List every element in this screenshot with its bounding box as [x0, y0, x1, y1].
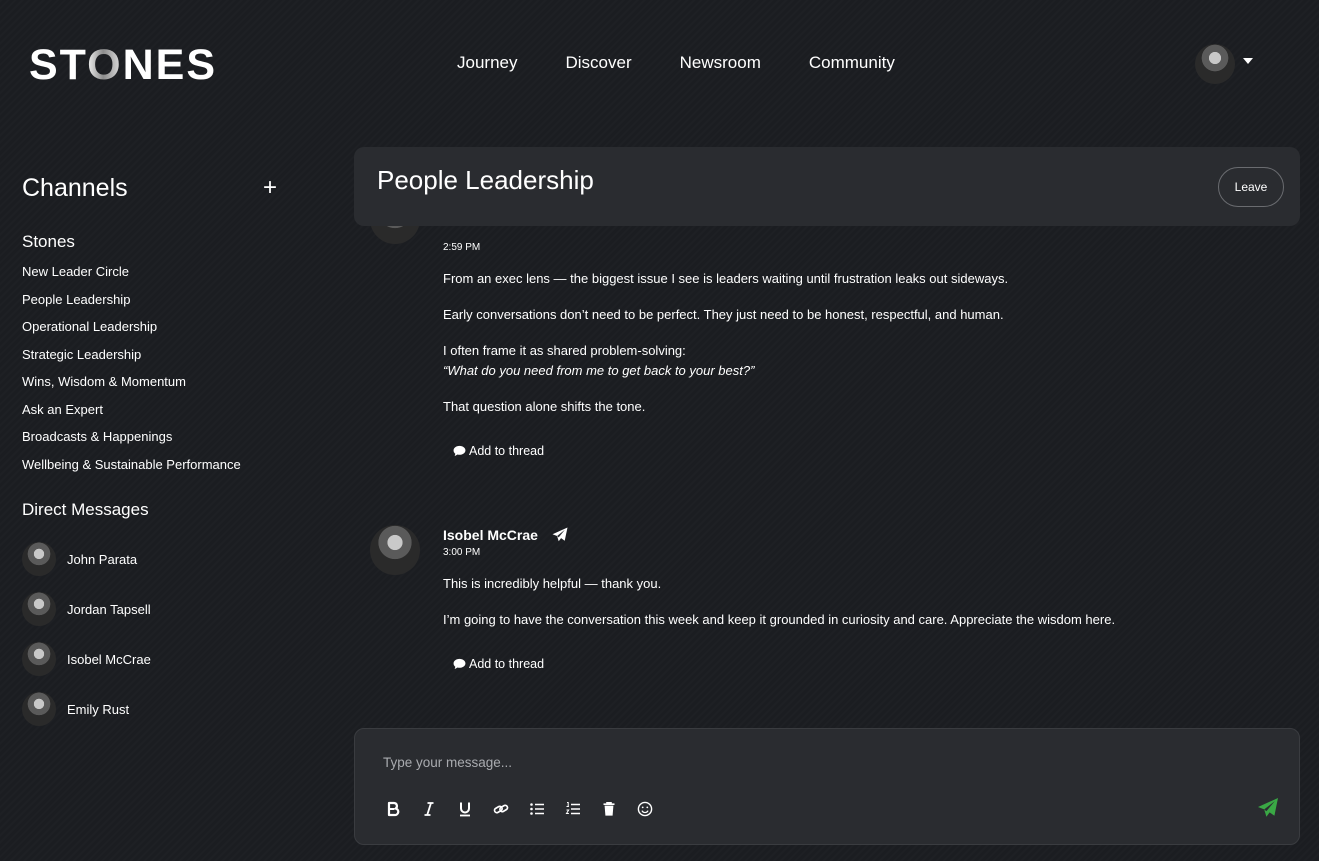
add-to-thread-button[interactable]: Add to thread [453, 444, 544, 458]
comment-icon [453, 658, 466, 670]
channel-header: People Leadership Leave [354, 147, 1300, 226]
channels-header: Channels + [22, 172, 292, 204]
italic-icon[interactable] [411, 799, 447, 819]
direct-messages-title: Direct Messages [22, 500, 149, 519]
channel-operational-leadership[interactable]: Operational Leadership [22, 319, 292, 347]
channel-strategic-leadership[interactable]: Strategic Leadership [22, 347, 292, 375]
add-channel-icon[interactable]: + [258, 174, 282, 202]
channel-people-leadership[interactable]: People Leadership [22, 292, 292, 320]
message-line: I often frame it as shared problem-solvi… [443, 343, 686, 358]
sidebar: Channels + Stones New Leader Circle Peop… [22, 172, 292, 734]
message-input[interactable] [383, 751, 1263, 773]
logo-text-o: O [87, 41, 123, 89]
formatting-toolbar [375, 799, 663, 819]
underline-icon[interactable] [447, 799, 483, 819]
add-to-thread-button[interactable]: Add to thread [453, 657, 544, 671]
add-to-thread-label: Add to thread [469, 657, 545, 671]
message-author-row: Isobel McCrae [443, 525, 1115, 545]
channel-ask-an-expert[interactable]: Ask an Expert [22, 402, 292, 430]
stones-logo[interactable]: STONES [29, 44, 217, 87]
message-time: 3:00 PM [443, 547, 481, 558]
channel-group-title: Stones [22, 232, 75, 251]
avatar [22, 542, 56, 576]
avatar [22, 692, 56, 726]
avatar [370, 226, 420, 244]
message-list[interactable]: 2:59 PM From an exec lens — the biggest … [354, 226, 1300, 721]
message-line: That question alone shifts the tone. [443, 399, 646, 414]
channel-wellbeing[interactable]: Wellbeing & Sustainable Performance [22, 457, 292, 485]
dm-emily-rust[interactable]: Emily Rust [22, 684, 292, 734]
avatar [22, 642, 56, 676]
chevron-down-icon[interactable] [1243, 58, 1253, 64]
user-menu[interactable] [1195, 44, 1253, 84]
channel-title: People Leadership [377, 165, 594, 195]
dm-john-parata[interactable]: John Parata [22, 534, 292, 584]
dm-name: Isobel McCrae [67, 651, 151, 667]
avatar [370, 525, 420, 575]
numbered-list-icon[interactable] [555, 799, 591, 819]
dm-name: Emily Rust [67, 701, 130, 717]
nav-newsroom[interactable]: Newsroom [680, 53, 761, 73]
dm-isobel-mccrae[interactable]: Isobel McCrae [22, 634, 292, 684]
message-line: From an exec lens — the biggest issue I … [443, 271, 1009, 286]
trash-icon[interactable] [591, 799, 627, 819]
message-body: 2:59 PM From an exec lens — the biggest … [443, 226, 1008, 462]
bold-icon[interactable] [375, 799, 411, 819]
nav-discover[interactable]: Discover [565, 53, 631, 73]
logo-text-start: ST [29, 41, 88, 89]
message-line: I’m going to have the conversation this … [443, 612, 1116, 627]
comment-icon [453, 445, 466, 457]
send-icon[interactable] [1257, 797, 1279, 819]
emoji-icon[interactable] [627, 799, 663, 819]
link-icon[interactable] [483, 799, 519, 819]
dm-name: Jordan Tapsell [67, 601, 151, 617]
logo-text-end: NES [122, 41, 218, 89]
main-nav: Journey Discover Newsroom Community [457, 53, 943, 73]
channel-wins-wisdom-momentum[interactable]: Wins, Wisdom & Momentum [22, 374, 292, 402]
channel-list: New Leader Circle People Leadership Oper… [22, 264, 292, 484]
channel-broadcasts-happenings[interactable]: Broadcasts & Happenings [22, 429, 292, 457]
dm-name: John Parata [67, 551, 138, 567]
nav-journey[interactable]: Journey [457, 53, 517, 73]
avatar [22, 592, 56, 626]
dm-jordan-tapsell[interactable]: Jordan Tapsell [22, 584, 292, 634]
message-body: Isobel McCrae 3:00 PM This is incredibly… [443, 525, 1115, 675]
send-message-icon[interactable] [552, 527, 568, 543]
message-line-quote: “What do you need from me to get back to… [443, 363, 755, 378]
message-author[interactable]: Isobel McCrae [443, 527, 538, 543]
leave-button[interactable]: Leave [1218, 167, 1284, 207]
nav-community[interactable]: Community [809, 53, 895, 73]
message-composer [354, 728, 1300, 845]
channel-new-leader-circle[interactable]: New Leader Circle [22, 264, 292, 292]
bullet-list-icon[interactable] [519, 799, 555, 819]
add-to-thread-label: Add to thread [469, 444, 545, 458]
user-avatar[interactable] [1195, 44, 1235, 84]
message-time: 2:59 PM [443, 242, 481, 253]
message-line: This is incredibly helpful — thank you. [443, 576, 662, 591]
message-line: Early conversations don’t need to be per… [443, 307, 1004, 322]
channels-title: Channels [22, 173, 128, 202]
